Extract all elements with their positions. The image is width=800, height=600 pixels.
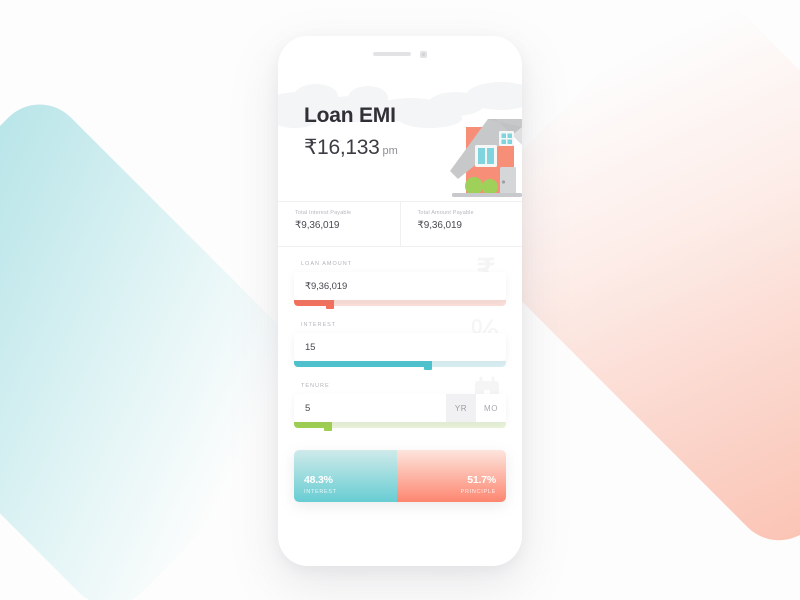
interest-slider-thumb[interactable]	[423, 360, 432, 370]
split-segment-interest[interactable]: 48.3% INTEREST	[294, 450, 398, 502]
total-amount-payable-cell: Total Amount Payable ₹9,36,019	[399, 202, 523, 246]
split-principle-percent: 51.7%	[467, 474, 496, 487]
loan-amount-value[interactable]: ₹9,36,019	[294, 272, 506, 300]
emi-amount-period: pm	[382, 145, 398, 157]
loan-amount-slider-thumb[interactable]	[326, 299, 335, 309]
emi-amount: ₹16,133 pm	[304, 135, 398, 160]
tenure-input[interactable]: 5 YR MO	[294, 394, 506, 422]
loan-amount-slider[interactable]	[294, 299, 506, 309]
total-interest-payable-label: Total Interest Payable	[295, 210, 352, 216]
total-amount-payable-label: Total Amount Payable	[417, 210, 474, 216]
total-interest-payable-cell: Total Interest Payable ₹9,36,019	[278, 202, 400, 246]
interest-field: INTEREST % 15	[294, 314, 506, 370]
screenshot-canvas: Loan EMI ₹16,133 pm Total Interest Payab…	[0, 0, 800, 600]
tenure-unit-year-button[interactable]: YR	[446, 394, 476, 422]
interest-input[interactable]: 15	[294, 333, 506, 361]
house-illustration-icon	[450, 119, 522, 197]
tenure-slider[interactable]	[294, 421, 506, 431]
tenure-slider-fill	[294, 422, 328, 428]
totals-strip: Total Interest Payable ₹9,36,019 Total A…	[278, 201, 522, 247]
page-title: Loan EMI	[304, 104, 396, 127]
hero-text-block: Loan EMI ₹16,133 pm	[304, 104, 398, 160]
tenure-value[interactable]: 5	[294, 394, 446, 422]
loan-amount-label: LOAN AMOUNT	[301, 261, 353, 267]
emi-amount-value: ₹16,133	[304, 136, 380, 159]
phone-mockup: Loan EMI ₹16,133 pm Total Interest Payab…	[278, 36, 522, 566]
input-fields-section: LOAN AMOUNT ₹ ₹9,36,019 INTEREST % 15 TE…	[278, 247, 522, 431]
split-interest-label: INTEREST	[304, 489, 337, 495]
tenure-unit-month-button[interactable]: MO	[476, 394, 506, 422]
loan-amount-field: LOAN AMOUNT ₹ ₹9,36,019	[294, 254, 506, 309]
split-segment-principle[interactable]: 51.7% PRINCIPLE	[397, 450, 506, 502]
tenure-label: TENURE	[301, 383, 330, 389]
speaker-grille-icon	[373, 52, 411, 56]
interest-value[interactable]: 15	[294, 333, 506, 361]
interest-slider[interactable]	[294, 360, 506, 370]
tenure-slider-thumb[interactable]	[323, 421, 332, 431]
interest-principle-split-bar: 48.3% INTEREST 51.7% PRINCIPLE	[294, 450, 506, 502]
total-amount-payable-value: ₹9,36,019	[417, 220, 462, 231]
split-interest-percent: 48.3%	[304, 474, 333, 487]
front-camera-icon	[420, 50, 427, 58]
interest-label: INTEREST	[301, 322, 337, 328]
loan-amount-slider-fill	[294, 300, 331, 306]
phone-top-bar	[278, 49, 522, 59]
tenure-field: TENURE 5 YR MO	[294, 376, 506, 431]
total-interest-payable-value: ₹9,36,019	[295, 220, 340, 231]
split-principle-label: PRINCIPLE	[460, 489, 496, 495]
split-chart-section: 48.3% INTEREST 51.7% PRINCIPLE	[278, 444, 522, 502]
loan-amount-input[interactable]: ₹9,36,019	[294, 272, 506, 300]
hero-header: Loan EMI ₹16,133 pm	[278, 36, 522, 201]
interest-slider-fill	[294, 361, 428, 367]
tenure-unit-toggle[interactable]: YR MO	[446, 394, 506, 422]
